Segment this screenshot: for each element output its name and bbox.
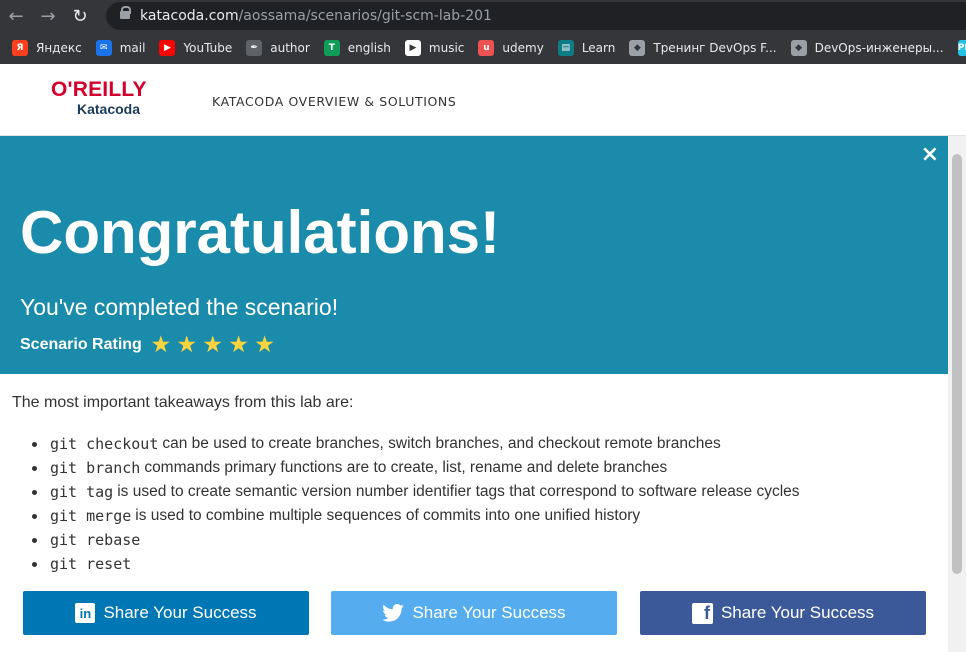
logo-oreilly-text: O'REILLY [51, 78, 147, 101]
back-arrow-icon[interactable]: ← [0, 0, 32, 32]
english-icon: T [323, 40, 340, 56]
bookmark-item[interactable]: ◆ Тренинг DevOps F... [629, 40, 777, 56]
bookmark-label: Learn [581, 41, 616, 55]
bookmark-item[interactable]: ▤ Learn [557, 40, 616, 56]
yandex-icon: Я [12, 40, 28, 56]
browser-toolbar: ← → ↻ katacoda.com/aossama/scenarios/git… [0, 0, 966, 32]
star-icon[interactable]: ★ [256, 335, 274, 355]
site-header: O'REILLY Katacoda KATACODA OVERVIEW & SO… [0, 64, 966, 136]
learn-icon: ▤ [557, 40, 574, 56]
takeaways-list: git checkout can be used to create branch… [32, 432, 800, 576]
forward-arrow-icon[interactable]: → [32, 0, 64, 32]
bookmark-item[interactable]: ▶ YouTube [159, 40, 232, 56]
pm-icon: PM [957, 40, 966, 56]
takeaway-text: is used to combine multiple sequences of… [135, 507, 641, 524]
address-bar[interactable]: katacoda.com/aossama/scenarios/git-scm-l… [106, 2, 966, 30]
graduation-cap-icon: ◆ [629, 40, 646, 56]
bullet-dot [32, 561, 37, 567]
takeaway-command: git tag [50, 483, 114, 501]
modal-hero: × Congratulations! You've completed the … [0, 136, 948, 374]
bookmark-label: DevOps-инженеры... [814, 41, 944, 55]
bookmark-item[interactable]: Tenglish [323, 40, 391, 56]
takeaway-item: git merge is used to combine multiple seq… [32, 504, 800, 528]
star-icon[interactable]: ★ [204, 335, 222, 355]
url-path: /aossama/scenarios/git-scm-lab-201 [238, 8, 492, 24]
takeaway-item: git rebase [32, 528, 800, 552]
bookmark-item[interactable]: PMtech [957, 40, 966, 56]
scrollbar-thumb[interactable] [952, 154, 962, 574]
bookmark-label: english [347, 41, 391, 55]
share-buttons: in Share Your Success Share Your Success… [23, 591, 926, 635]
reload-icon[interactable]: ↻ [64, 0, 96, 32]
takeaway-text: commands primary functions are to create… [144, 459, 668, 476]
lock-icon [120, 6, 131, 21]
takeaway-command: git branch [50, 459, 141, 477]
takeaway-item: git reset [32, 552, 800, 576]
bullet-dot [32, 537, 37, 543]
bullet-dot [32, 465, 37, 471]
share-facebook-label: Share Your Success [720, 603, 875, 622]
bookmark-label: Яндекс [36, 41, 82, 55]
bookmark-label: Тренинг DevOps F... [653, 41, 777, 55]
bookmark-label: author [270, 41, 310, 55]
congrats-title: Congratulations! [20, 199, 500, 266]
takeaway-text: can be used to create branches, switch b… [162, 435, 721, 452]
bullet-dot [32, 513, 37, 519]
close-icon[interactable]: × [921, 144, 939, 166]
takeaway-command: git checkout [50, 435, 159, 453]
twitter-bird-icon [382, 604, 405, 622]
bookmark-item[interactable]: ◆ DevOps-инженеры... [790, 40, 944, 56]
takeaway-command: git reset [50, 555, 132, 573]
bookmark-item[interactable]: ▶ music [404, 40, 465, 56]
bookmark-item[interactable]: ✒ author [246, 40, 310, 56]
graduation-cap-icon: ◆ [790, 40, 807, 56]
takeaway-item: git checkout can be used to create branch… [32, 432, 800, 456]
oreilly-katacoda-logo[interactable]: O'REILLY Katacoda [51, 79, 163, 119]
nav-katacoda-overview-link[interactable]: KATACODA OVERVIEW & SOLUTIONS [212, 94, 456, 109]
bookmark-label: udemy [502, 41, 544, 55]
bookmark-item[interactable]: Я Яндекс [12, 40, 82, 56]
star-icon[interactable]: ★ [230, 335, 248, 355]
completion-modal: × Congratulations! You've completed the … [0, 136, 948, 652]
share-twitter-label: Share Your Success [412, 603, 566, 622]
bookmark-item[interactable]: ✉ mail [95, 40, 146, 56]
completed-subtitle: You've completed the scenario! [20, 294, 339, 320]
bookmark-label: mail [119, 41, 146, 55]
udemy-icon: u [478, 40, 495, 56]
share-linkedin-label: Share Your Success [103, 603, 257, 622]
takeaway-command: git rebase [50, 531, 141, 549]
scenario-rating: Scenario Rating ★ ★ ★ ★ ★ [20, 335, 282, 355]
star-icon[interactable]: ★ [152, 335, 170, 355]
bookmarks-bar: Я Яндекс ✉ mail ▶ YouTube ✒ author Tenglish ▶ musi… [0, 32, 966, 64]
mail-icon: ✉ [95, 40, 112, 56]
takeaway-command: git merge [50, 507, 132, 525]
rating-stars[interactable]: ★ ★ ★ ★ ★ [152, 335, 282, 355]
youtube-icon: ▶ [159, 40, 176, 56]
takeaway-text: is used to create semantic version numbe… [117, 483, 800, 500]
bookmark-label: music [428, 41, 465, 55]
share-linkedin-button[interactable]: in Share Your Success [23, 591, 309, 635]
bookmark-label: YouTube [183, 41, 233, 55]
quill-icon: ✒ [246, 40, 263, 56]
facebook-icon: f [691, 602, 713, 624]
bookmark-item[interactable]: u udemy [478, 40, 544, 56]
takeaway-item: git branch commands primary functions are… [32, 456, 800, 480]
takeaway-item: git tag is used to create semantic versio… [32, 480, 800, 504]
share-facebook-button[interactable]: f Share Your Success [640, 591, 926, 635]
play-icon: ▶ [404, 40, 421, 56]
linkedin-icon: in [75, 603, 96, 623]
takeaways-intro: The most important takeaways from this l… [12, 394, 354, 411]
bullet-dot [32, 441, 37, 447]
rating-label: Scenario Rating [20, 336, 142, 353]
url-host: katacoda.com [140, 8, 239, 24]
bullet-dot [32, 489, 37, 495]
logo-katacoda-text: Katacoda [77, 101, 141, 117]
modal-scrollbar[interactable] [948, 136, 966, 652]
share-twitter-button[interactable]: Share Your Success [331, 591, 617, 635]
star-icon[interactable]: ★ [178, 335, 196, 355]
